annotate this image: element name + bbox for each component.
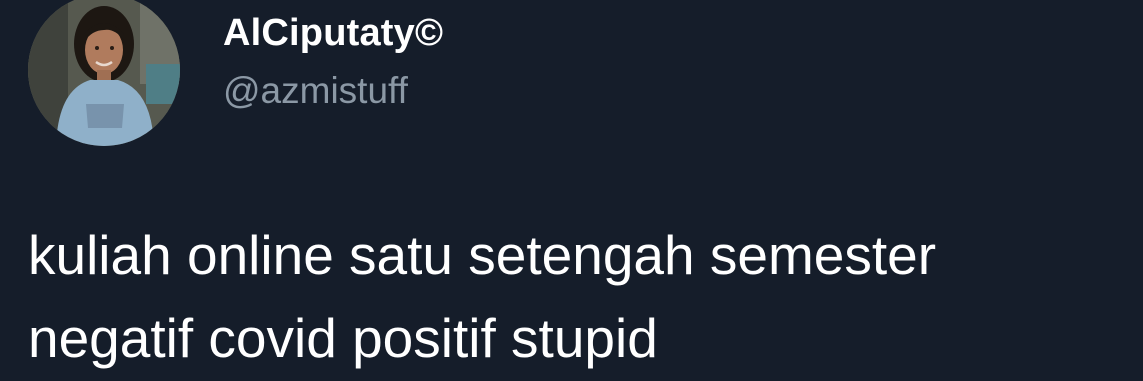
- avatar[interactable]: [28, 0, 180, 146]
- tweet-text-line-2: negatif covid positif stupid: [28, 307, 658, 369]
- profile-photo-avatar-icon: [28, 0, 180, 146]
- author-handle[interactable]: @azmistuff: [223, 70, 408, 112]
- author-display-name[interactable]: AlCiputaty©: [223, 12, 443, 55]
- tweet-card: AlCiputaty© @azmistuff kuliah online sat…: [0, 0, 1143, 381]
- tweet-text: kuliah online satu setengah semester neg…: [28, 214, 1128, 380]
- tweet-text-line-1: kuliah online satu setengah semester: [28, 224, 937, 286]
